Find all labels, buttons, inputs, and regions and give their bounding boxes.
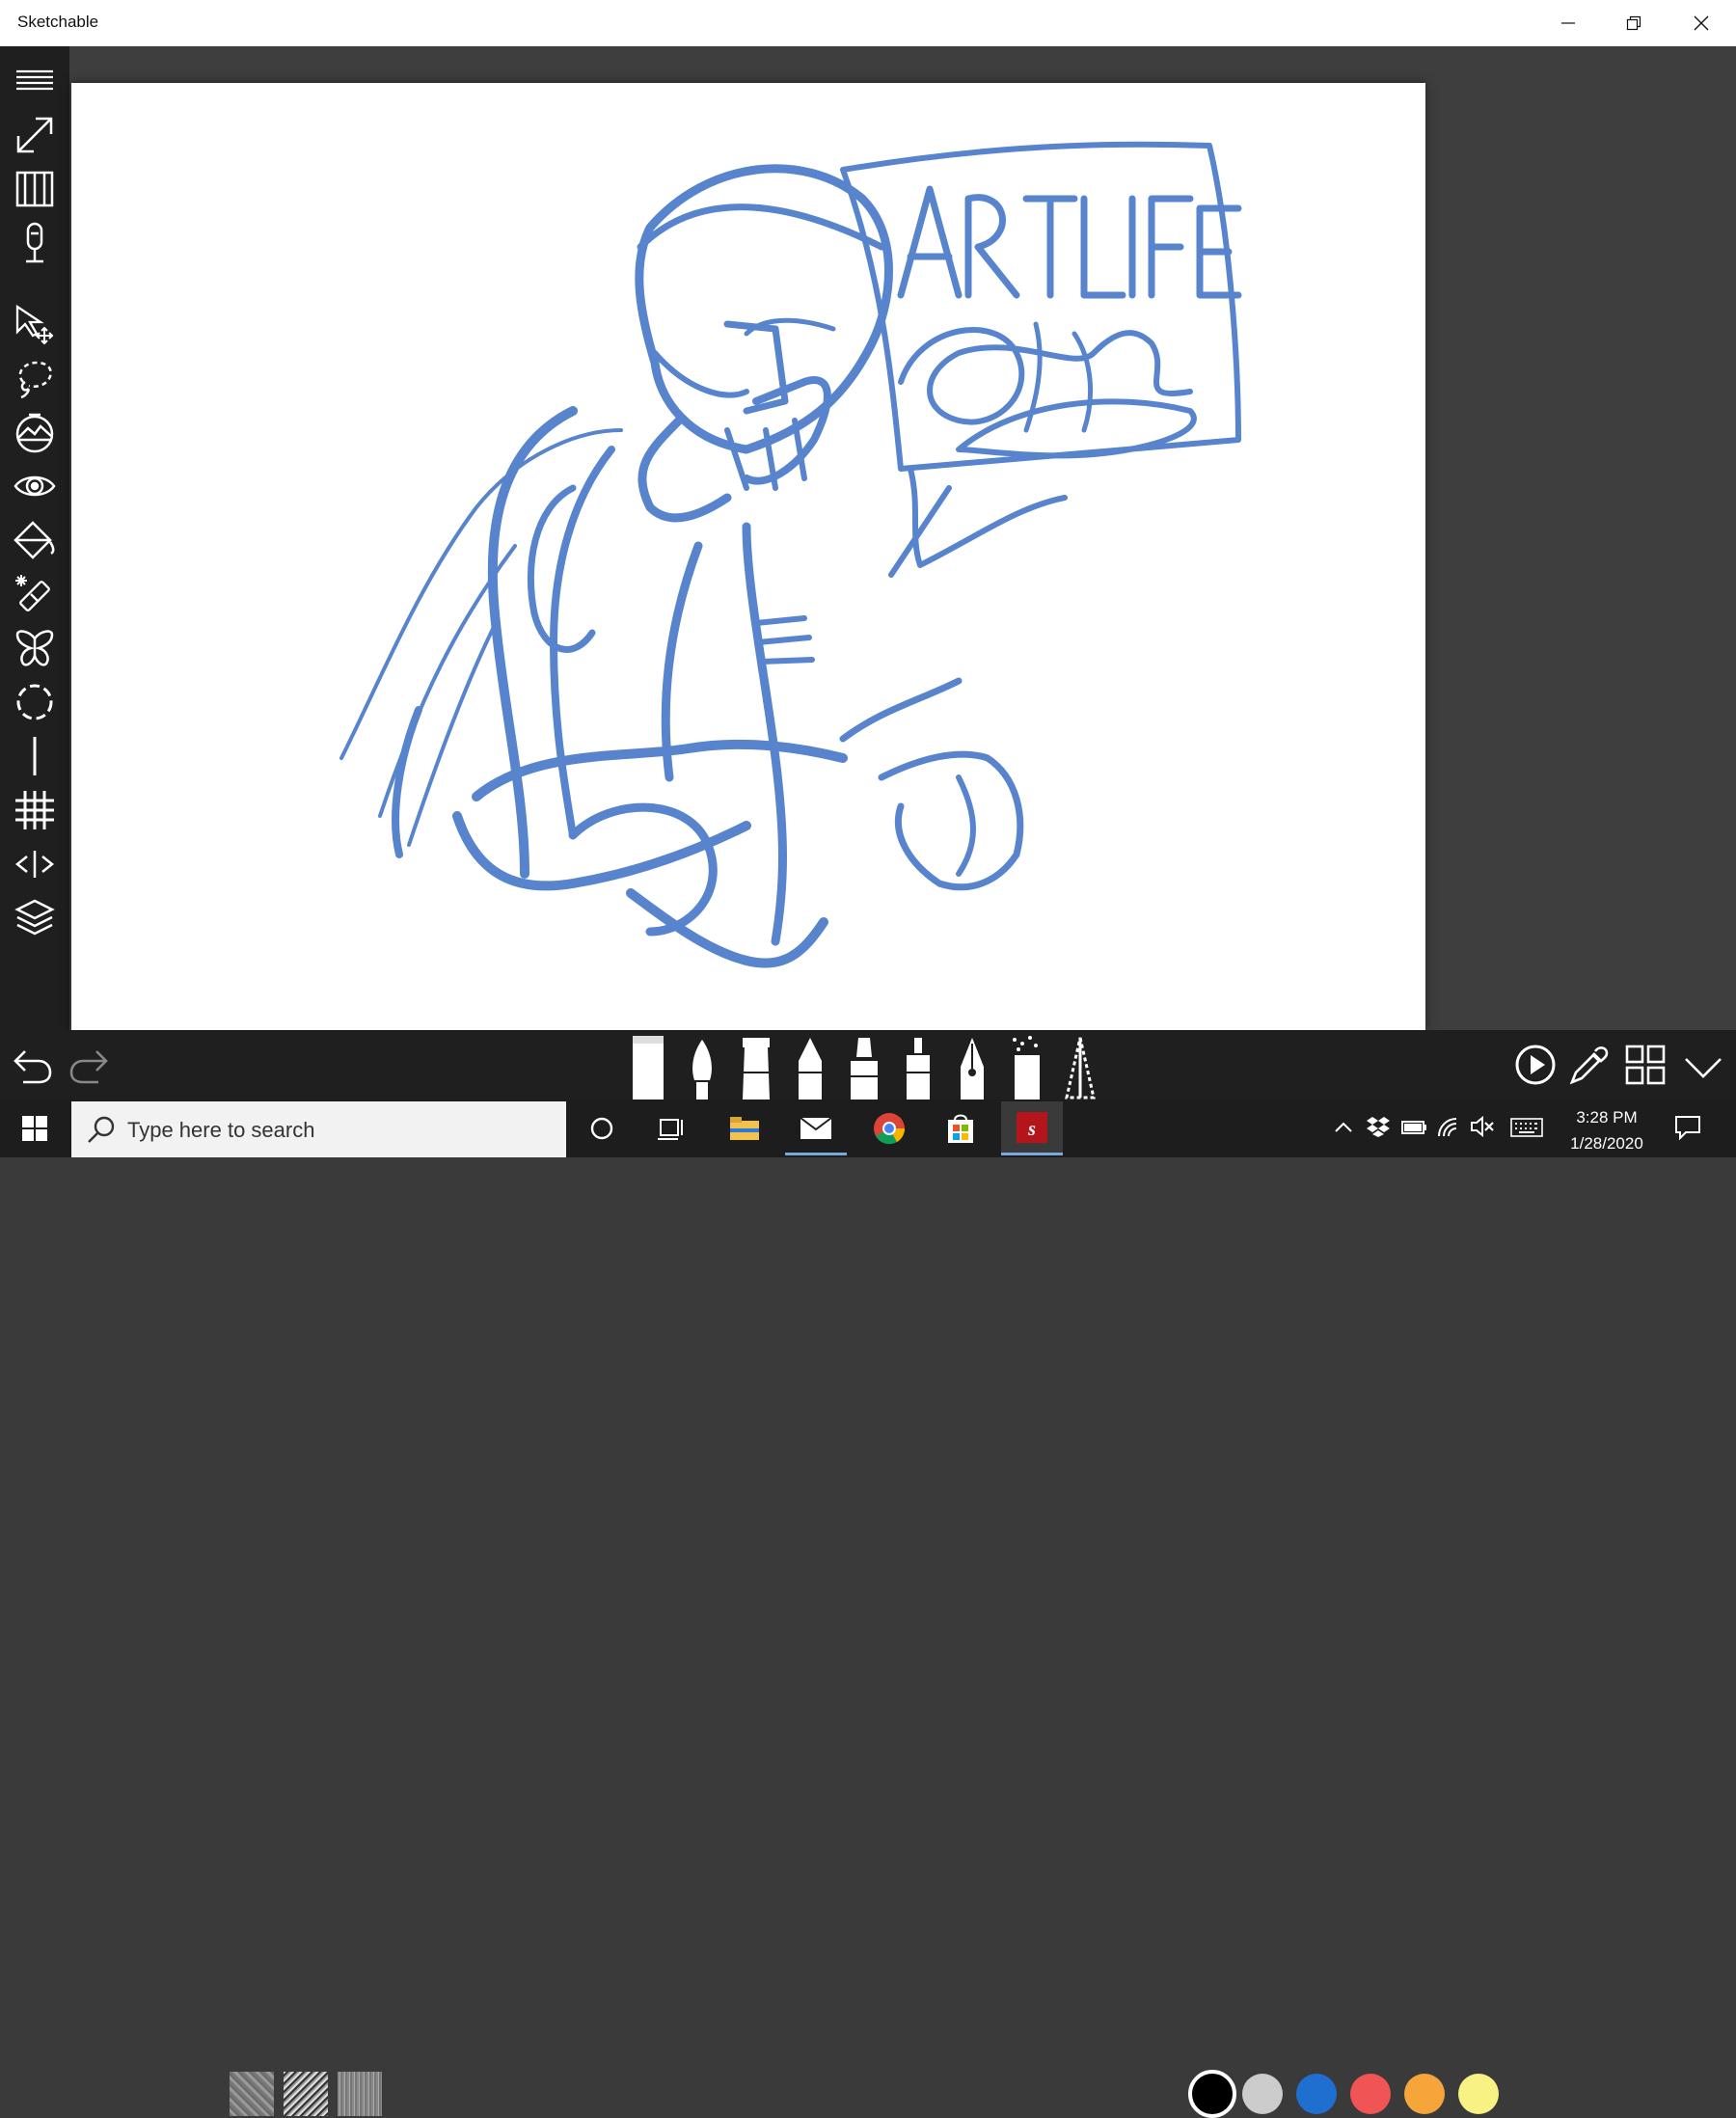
undo-button[interactable]: [12, 1044, 54, 1086]
play-icon[interactable]: [1514, 1044, 1557, 1086]
journal-icon[interactable]: [0, 164, 69, 214]
store-icon[interactable]: [930, 1101, 991, 1155]
layers-icon[interactable]: [0, 893, 69, 943]
search-icon: [87, 1115, 116, 1144]
color-swatch-orange[interactable]: [1404, 2074, 1445, 2114]
notifications-icon[interactable]: [1674, 1115, 1701, 1140]
dropbox-icon[interactable]: [1366, 1115, 1391, 1138]
select-move-icon[interactable]: [0, 299, 69, 349]
mail-icon[interactable]: [785, 1101, 847, 1155]
close-button[interactable]: [1668, 0, 1734, 46]
circle-guide-icon[interactable]: [0, 677, 69, 727]
fullscreen-icon[interactable]: [0, 110, 69, 160]
restore-button[interactable]: [1601, 0, 1667, 46]
fill-bucket-icon[interactable]: [0, 515, 69, 565]
brush-fountain-pen-icon[interactable]: [953, 1034, 991, 1100]
redo-button[interactable]: [68, 1044, 110, 1086]
file-explorer-icon[interactable]: [714, 1101, 775, 1155]
chevron-down-icon[interactable]: [1682, 1047, 1724, 1086]
wifi-icon[interactable]: [1435, 1115, 1460, 1138]
volume-muted-icon[interactable]: [1470, 1115, 1495, 1138]
chrome-icon[interactable]: [858, 1101, 920, 1155]
texture-swatch-2[interactable]: [284, 2072, 328, 2116]
brush-felt-tip-icon[interactable]: [899, 1034, 937, 1100]
drawing-canvas[interactable]: [71, 83, 1425, 1030]
clock-time: 3:28 PM: [1576, 1108, 1638, 1127]
sketchable-taskbar-icon[interactable]: s: [1001, 1101, 1063, 1155]
brush-paintbrush-icon[interactable]: [683, 1034, 721, 1100]
mirror-icon[interactable]: [0, 839, 69, 889]
eyedropper-icon[interactable]: [1568, 1044, 1611, 1086]
brush-airbrush-icon[interactable]: [1007, 1034, 1045, 1100]
app-title: Sketchable: [17, 13, 99, 31]
sketch-drawing: [339, 141, 1242, 968]
color-swatch-blue[interactable]: [1296, 2074, 1337, 2114]
symmetry-icon[interactable]: [0, 623, 69, 673]
visibility-icon[interactable]: [0, 461, 69, 511]
brush-charcoal-icon[interactable]: [1061, 1034, 1099, 1100]
brush-marker-icon[interactable]: [629, 1030, 667, 1100]
texture-swatch-3[interactable]: [338, 2072, 382, 2116]
tray-chevron-up-icon[interactable]: [1333, 1117, 1354, 1138]
menu-icon[interactable]: [0, 55, 69, 105]
magic-eraser-icon[interactable]: [0, 569, 69, 619]
battery-icon: [1400, 1119, 1427, 1136]
title-bar: Sketchable: [0, 0, 1736, 46]
line-guide-icon[interactable]: [0, 731, 69, 781]
windows-start-icon[interactable]: [4, 1101, 66, 1155]
lasso-icon[interactable]: [0, 353, 69, 403]
microphone-icon[interactable]: [0, 218, 69, 268]
task-view-icon[interactable]: [640, 1101, 702, 1155]
color-swatch-yellow[interactable]: [1458, 2074, 1499, 2114]
texture-swatch-1[interactable]: [230, 2072, 274, 2116]
color-swatch-red[interactable]: [1350, 2074, 1391, 2114]
cortana-icon[interactable]: [571, 1101, 633, 1155]
svg-text:s: s: [1027, 1119, 1036, 1140]
bottom-toolbar: [0, 1030, 1736, 2118]
brush-highlighter-icon[interactable]: [845, 1034, 883, 1100]
minimize-button[interactable]: [1535, 0, 1601, 46]
grid-guide-icon[interactable]: [0, 785, 69, 835]
color-swatch-gray[interactable]: [1242, 2074, 1283, 2114]
tool-sidebar: [0, 46, 69, 1100]
brush-pencil-icon[interactable]: [791, 1034, 829, 1100]
brush-ink-pen-icon[interactable]: [737, 1034, 775, 1100]
image-insert-icon[interactable]: [0, 407, 69, 457]
taskbar-clock[interactable]: 3:28 PM 1/28/2020: [1559, 1104, 1655, 1156]
search-placeholder: Type here to search: [127, 1118, 315, 1142]
taskbar-search-box[interactable]: Type here to search: [71, 1101, 566, 1157]
keyboard-icon[interactable]: [1510, 1117, 1543, 1138]
clock-date: 1/28/2020: [1570, 1134, 1643, 1153]
color-swatch-black[interactable]: [1188, 2070, 1236, 2118]
gallery-icon[interactable]: [1624, 1044, 1667, 1086]
